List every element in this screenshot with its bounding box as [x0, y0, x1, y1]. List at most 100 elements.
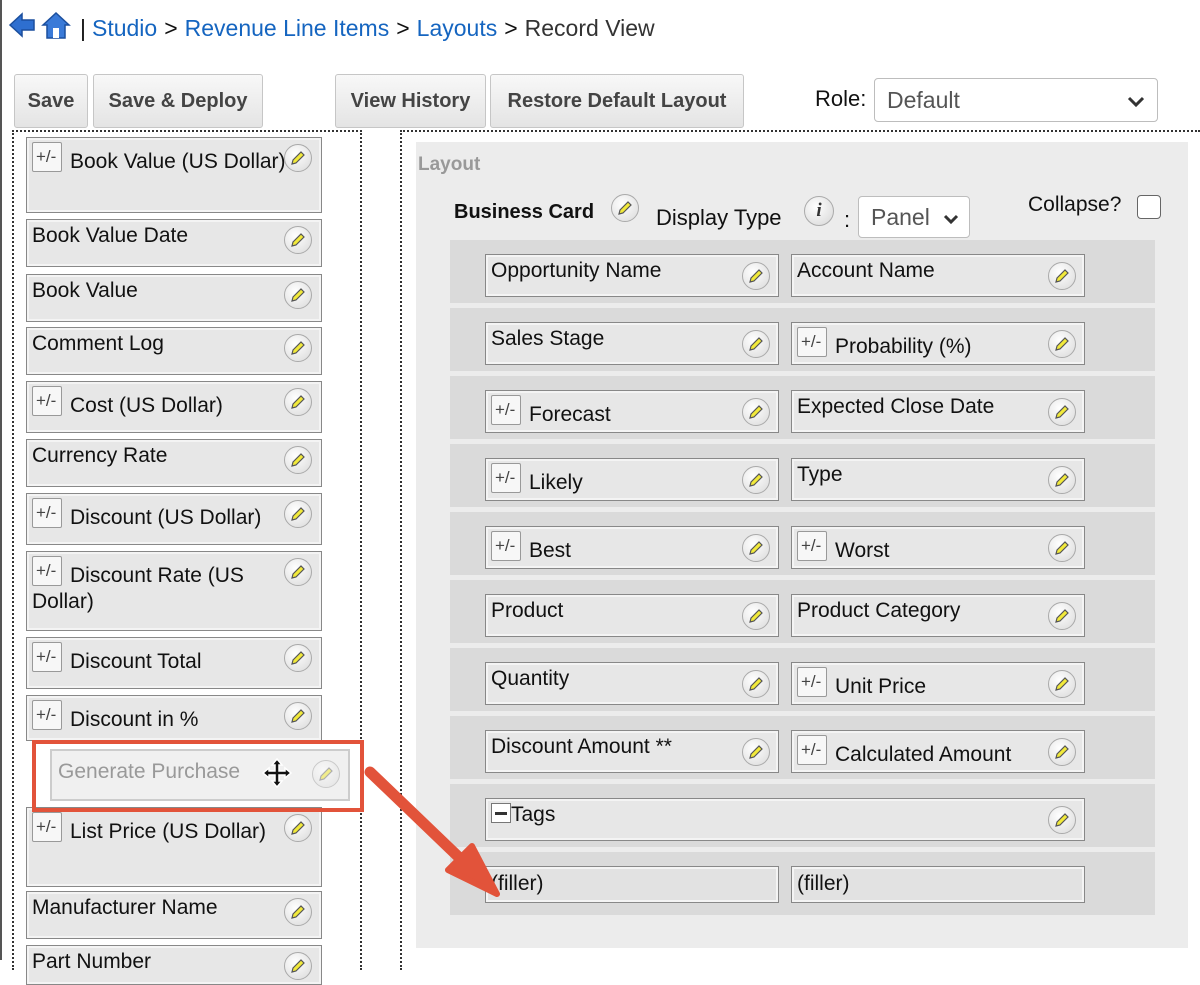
display-type-label: Display Type	[656, 205, 782, 230]
layout-field[interactable]: +/- Forecast	[485, 390, 779, 433]
toolbox-field-label: Currency Rate	[32, 444, 168, 467]
layout-field-edit-pencil-icon[interactable]	[1048, 806, 1076, 834]
calculated-field-icon: +/-	[32, 386, 62, 416]
save-button[interactable]: Save	[14, 74, 88, 128]
layout-field-edit-pencil-icon[interactable]	[1048, 262, 1076, 290]
breadcrumb-layouts[interactable]: Layouts	[417, 15, 498, 42]
toolbox-field[interactable]: +/- Discount Rate (US Dollar)	[26, 551, 322, 631]
toolbox-field-label: Manufacturer Name	[32, 896, 218, 919]
layout-field[interactable]: +/- Worst	[791, 526, 1085, 569]
toolbox-field-edit-pencil-icon[interactable]	[284, 898, 312, 926]
layout-field[interactable]: Type	[791, 458, 1085, 501]
home-icon[interactable]	[40, 10, 72, 46]
layout-field-edit-pencil-icon[interactable]	[1048, 330, 1076, 358]
layout-field[interactable]: +/- Likely	[485, 458, 779, 501]
calculated-field-glyph: +/-	[801, 672, 822, 691]
toolbox-field-edit-pencil-icon[interactable]	[284, 644, 312, 672]
filler-field[interactable]: (filler)	[791, 866, 1085, 903]
calculated-field-icon: +/-	[32, 142, 62, 172]
toolbox-field[interactable]: Currency Rate	[26, 439, 322, 487]
layout-field-edit-pencil-icon[interactable]	[742, 602, 770, 630]
toolbox-field-edit-pencil-icon[interactable]	[284, 388, 312, 416]
layout-field[interactable]: Expected Close Date	[791, 390, 1085, 433]
layout-field-edit-pencil-icon[interactable]	[742, 398, 770, 426]
toolbox-field[interactable]: Manufacturer Name	[26, 891, 322, 939]
role-select-value: Default	[887, 86, 960, 113]
breadcrumb: | Studio > Revenue Line Items > Layouts …	[8, 6, 655, 50]
layout-field-edit-pencil-icon[interactable]	[742, 262, 770, 290]
toolbox-field[interactable]: +/- Discount in %	[26, 695, 322, 741]
layout-field-edit-pencil-icon[interactable]	[1048, 534, 1076, 562]
toolbox-field-edit-pencil-icon[interactable]	[284, 334, 312, 362]
layout-field-edit-pencil-icon[interactable]	[1048, 602, 1076, 630]
toolbox-field[interactable]: +/- Book Value (US Dollar)	[26, 137, 322, 213]
layout-field[interactable]: Opportunity Name	[485, 254, 779, 297]
toolbox-field-edit-pencil-icon[interactable]	[284, 446, 312, 474]
collapse-minus-icon[interactable]	[491, 803, 511, 823]
toolbox-field[interactable]: +/- Discount Total	[26, 637, 322, 689]
layout-field-edit-pencil-icon[interactable]	[742, 466, 770, 494]
layout-field[interactable]: +/- Calculated Amount	[791, 730, 1085, 773]
toolbox-field-edit-pencil-icon[interactable]	[284, 500, 312, 528]
layout-field[interactable]: +/- Best	[485, 526, 779, 569]
toolbox-field-edit-pencil-icon[interactable]	[284, 558, 312, 586]
toolbox-field[interactable]: Book Value	[26, 274, 322, 322]
toolbox-field[interactable]: Book Value Date	[26, 219, 322, 267]
toolbox-field[interactable]: Part Number	[26, 945, 322, 985]
calculated-field-glyph: +/-	[36, 147, 57, 166]
layout-field[interactable]: Discount Amount **	[485, 730, 779, 773]
layout-field-edit-pencil-icon[interactable]	[1048, 670, 1076, 698]
layout-field-edit-pencil-icon[interactable]	[742, 330, 770, 358]
info-icon[interactable]: i	[804, 196, 834, 226]
restore-default-layout-button[interactable]: Restore Default Layout	[490, 74, 744, 128]
layout-field[interactable]: Quantity	[485, 662, 779, 705]
role-select[interactable]: Default	[874, 78, 1158, 122]
toolbox-field-edit-pencil-icon[interactable]	[284, 144, 312, 172]
layout-field-label: Forecast	[529, 403, 611, 426]
layout-field-edit-pencil-icon[interactable]	[742, 534, 770, 562]
layout-field[interactable]: Product Category	[791, 594, 1085, 637]
toolbox-field-edit-pencil-icon[interactable]	[284, 952, 312, 980]
toolbox-field[interactable]: +/- List Price (US Dollar)	[26, 807, 322, 887]
collapse-checkbox[interactable]	[1137, 195, 1161, 219]
toolbox-field[interactable]: Comment Log	[26, 327, 322, 375]
toolbox-field-edit-pencil-icon[interactable]	[284, 226, 312, 254]
calculated-field-glyph: +/-	[36, 391, 57, 410]
layout-field-tags[interactable]: Tags	[485, 798, 1085, 841]
toolbox-field[interactable]: +/- Discount (US Dollar)	[26, 493, 322, 545]
layout-field-edit-pencil-icon[interactable]	[1048, 466, 1076, 494]
calculated-field-icon: +/-	[32, 700, 62, 730]
save-deploy-button[interactable]: Save & Deploy	[93, 74, 263, 128]
layout-field-edit-pencil-icon[interactable]	[742, 738, 770, 766]
dragging-field-label: Generate Purchase	[58, 760, 241, 783]
dragging-field[interactable]: Generate Purchase	[50, 749, 350, 801]
toolbox-field-label: Discount Total	[70, 650, 202, 673]
view-history-button[interactable]: View History	[335, 74, 486, 128]
breadcrumb-studio[interactable]: Studio	[92, 15, 157, 42]
toolbox-field-edit-pencil-icon[interactable]	[284, 814, 312, 842]
layout-field[interactable]: +/- Probability (%)	[791, 322, 1085, 365]
filler-field[interactable]: (filler)	[485, 866, 779, 903]
display-type-select[interactable]: Panel	[858, 196, 970, 238]
calculated-field-glyph: +/-	[801, 740, 822, 759]
toolbox-field-label: Book Value (US Dollar)	[70, 150, 286, 173]
back-arrow-icon[interactable]	[8, 12, 36, 44]
layout-field[interactable]: +/- Unit Price	[791, 662, 1085, 705]
panel-edit-pencil-icon[interactable]	[611, 194, 639, 222]
layout-field-label: Account Name	[797, 259, 935, 282]
toolbox-field-edit-pencil-icon[interactable]	[284, 281, 312, 309]
layout-field-label: Best	[529, 539, 572, 562]
breadcrumb-revenue-line-items[interactable]: Revenue Line Items	[185, 15, 390, 42]
layout-field-edit-pencil-icon[interactable]	[1048, 738, 1076, 766]
toolbox-field[interactable]: +/- Cost (US Dollar)	[26, 381, 322, 433]
toolbox-field-label: Comment Log	[32, 332, 164, 355]
layout-field-edit-pencil-icon[interactable]	[742, 670, 770, 698]
layout-field[interactable]: Product	[485, 594, 779, 637]
breadcrumb-separator: >	[504, 14, 518, 41]
layout-field[interactable]: Account Name	[791, 254, 1085, 297]
layout-field[interactable]: Sales Stage	[485, 322, 779, 365]
toolbox-field-label: Discount Rate (US Dollar)	[32, 564, 244, 613]
toolbox-field-edit-pencil-icon[interactable]	[284, 702, 312, 730]
calculated-field-icon: +/-	[491, 463, 521, 493]
layout-field-edit-pencil-icon[interactable]	[1048, 398, 1076, 426]
